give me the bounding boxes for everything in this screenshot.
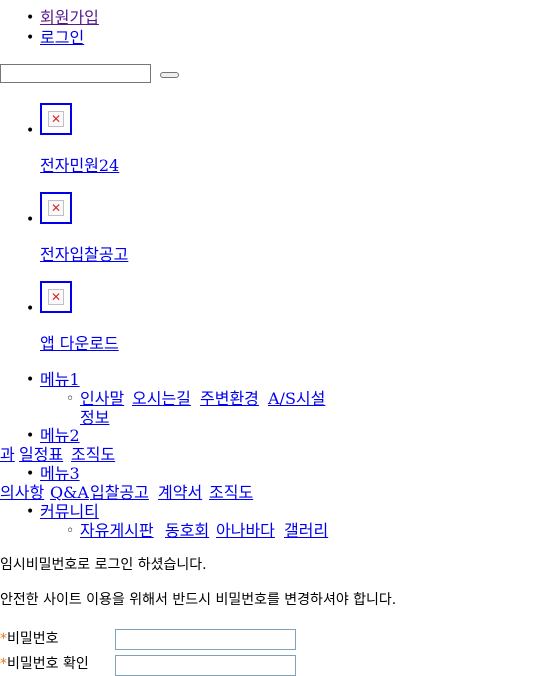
broken-image-icon[interactable]: ✕ [40, 281, 72, 313]
password-label-row: *비밀번호 [0, 630, 59, 648]
broken-image-icon[interactable]: ✕ [40, 192, 72, 224]
submenu-free-board[interactable]: 자유게시판 [80, 521, 154, 540]
menu-community[interactable]: 커뮤니티 [40, 502, 99, 521]
required-mark: * [0, 631, 7, 647]
submenu-bid-notice[interactable]: 입찰공고 [90, 483, 149, 502]
search-button[interactable] [160, 72, 179, 78]
password-label: 비밀번호 [7, 631, 59, 647]
list-bullet [26, 211, 34, 229]
temp-password-notice: 임시비밀번호로 로그인 하셨습니다. [0, 557, 207, 573]
password-confirm-label: 비밀번호 확인 [7, 656, 89, 672]
password-confirm-field[interactable] [115, 655, 296, 676]
submenu-info[interactable]: 정보 [80, 408, 109, 427]
submenu-gallery[interactable]: 갤러리 [284, 521, 328, 540]
broken-image-icon[interactable]: ✕ [40, 103, 72, 135]
quick-link-app[interactable]: 앱 다운로드 [40, 334, 119, 353]
list-bullet [66, 390, 74, 408]
login-link[interactable]: 로그인 [40, 28, 84, 47]
list-bullet [26, 300, 34, 318]
menu-2[interactable]: 메뉴2 [40, 426, 80, 445]
list-bullet [26, 465, 34, 483]
submenu-exchange[interactable]: 아나바다 [216, 521, 275, 540]
submenu-dept[interactable]: 과 [0, 445, 15, 464]
quick-link-minwon[interactable]: 전자민원24 [40, 156, 119, 175]
quick-link-bid[interactable]: 전자입찰공고 [40, 245, 128, 264]
signup-link[interactable]: 회원가입 [40, 8, 99, 27]
confirm-label-row: *비밀번호 확인 [0, 655, 89, 673]
submenu-as-facility[interactable]: A/S시설 [268, 389, 325, 408]
submenu-surroundings[interactable]: 주변환경 [200, 389, 259, 408]
list-bullet [26, 427, 34, 445]
list-bullet [26, 371, 34, 389]
required-mark: * [0, 656, 7, 672]
password-field[interactable] [115, 629, 296, 650]
list-bullet [26, 122, 34, 140]
submenu-directions[interactable]: 오시는길 [132, 389, 191, 408]
search-input[interactable] [0, 64, 151, 83]
submenu-contract[interactable]: 계약서 [158, 483, 202, 502]
submenu-schedule[interactable]: 일정표 [19, 445, 63, 464]
menu-3[interactable]: 메뉴3 [40, 464, 80, 483]
submenu-greeting[interactable]: 인사말 [80, 389, 124, 408]
submenu-notice[interactable]: 의사항 [0, 483, 44, 502]
submenu-org-chart[interactable]: 조직도 [71, 445, 115, 464]
list-bullet [26, 29, 34, 47]
submenu-club[interactable]: 동호회 [165, 521, 209, 540]
change-password-notice: 안전한 사이트 이용을 위해서 반드시 비밀번호를 변경하셔야 합니다. [0, 592, 397, 608]
submenu-qna[interactable]: Q&A [50, 483, 89, 502]
list-bullet [26, 503, 34, 521]
submenu-org-chart-2[interactable]: 조직도 [209, 483, 253, 502]
list-bullet [26, 9, 34, 27]
list-bullet [66, 522, 74, 540]
menu-1[interactable]: 메뉴1 [40, 370, 80, 389]
